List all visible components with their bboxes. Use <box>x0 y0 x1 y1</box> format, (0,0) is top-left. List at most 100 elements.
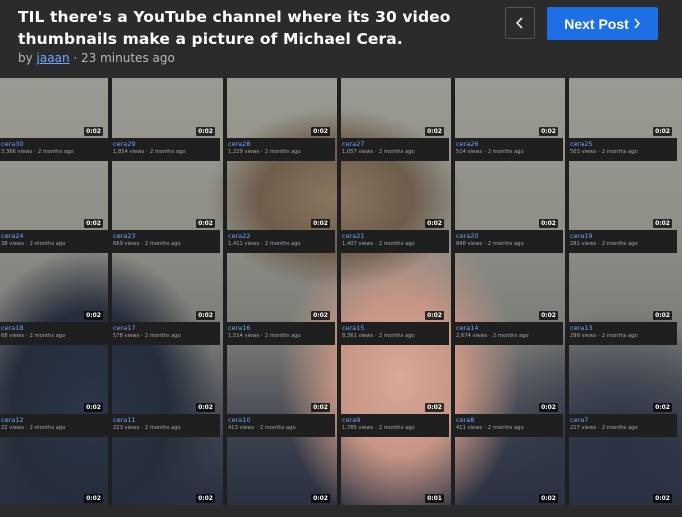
video-meta: cera28 1,229 views · 2 months ago <box>227 138 335 161</box>
author-link[interactable]: jaaan <box>37 51 70 65</box>
video-title-link[interactable]: cera15 <box>342 324 365 332</box>
video-meta: cera11 223 views · 2 months ago <box>112 414 220 437</box>
video-duration: 0:02 <box>311 403 330 412</box>
video-age: 2 months ago <box>487 149 524 155</box>
video-title-link[interactable]: cera18 <box>1 324 24 332</box>
video-views: 1,229 views <box>228 149 260 155</box>
video-age: 2 months ago <box>144 333 181 339</box>
video-thumbnail[interactable]: 0:02 cera12 22 views · 2 months ago <box>0 354 108 437</box>
video-age: 2 months ago <box>144 425 181 431</box>
next-post-button[interactable]: Next Post <box>547 7 658 40</box>
video-title-link[interactable]: cera29 <box>113 140 136 148</box>
video-title-link[interactable]: cera10 <box>228 416 251 424</box>
video-age: 2 months ago <box>378 241 415 247</box>
video-thumbnail[interactable]: 0:02 cera22 1,411 views · 2 months ago <box>227 170 335 253</box>
video-views: 3,366 views <box>1 149 33 155</box>
video-meta: cera15 8,361 views · 2 months ago <box>341 322 449 345</box>
video-meta: cera9 1,785 views · 2 months ago <box>341 414 449 437</box>
video-thumbnail[interactable]: 0:02 cera16 1,514 views · 2 months ago <box>227 262 335 345</box>
video-thumbnail[interactable]: 0:02 cera20 848 views · 2 months ago <box>455 170 563 253</box>
video-thumbnail[interactable]: 0:02 cera8 411 views · 2 months ago <box>455 354 563 437</box>
stats-separator: · <box>489 333 491 339</box>
video-title-link[interactable]: cera22 <box>228 232 251 240</box>
video-title-link[interactable]: cera7 <box>570 416 588 424</box>
video-title-link[interactable]: cera23 <box>113 232 136 240</box>
previous-post-button[interactable] <box>505 7 535 39</box>
video-thumbnail[interactable]: 0:02 cera11 223 views · 2 months ago <box>112 354 220 437</box>
video-title-link[interactable]: cera17 <box>113 324 136 332</box>
video-thumbnail[interactable]: 0:02 <box>112 446 220 505</box>
stats-separator: · <box>141 241 143 247</box>
video-thumbnail[interactable]: 0:02 cera25 503 views · 2 months ago <box>569 78 677 161</box>
video-views: 669 views <box>113 241 140 247</box>
video-title-link[interactable]: cera25 <box>570 140 593 148</box>
video-thumbnail[interactable]: 0:02 cera17 578 views · 2 months ago <box>112 262 220 345</box>
video-age: 2 months ago <box>264 333 301 339</box>
video-title-link[interactable]: cera16 <box>228 324 251 332</box>
video-title-link[interactable]: cera26 <box>456 140 479 148</box>
video-views: 281 views <box>570 241 597 247</box>
video-thumbnail[interactable]: 0:02 cera13 299 views · 2 months ago <box>569 262 677 345</box>
video-thumbnail[interactable]: 0:02 cera14 2,674 views · 2 months ago <box>455 262 563 345</box>
video-thumbnail[interactable]: 0:02 cera9 1,785 views · 2 months ago <box>341 354 449 437</box>
video-thumbnail[interactable]: 0:02 <box>0 446 108 505</box>
video-title-link[interactable]: cera19 <box>570 232 593 240</box>
video-thumbnail[interactable]: 0:02 cera27 1,057 views · 2 months ago <box>341 78 449 161</box>
video-thumbnail[interactable]: 0:02 cera30 3,366 views · 2 months ago <box>0 78 108 161</box>
video-views: 38 views <box>1 241 24 247</box>
video-age: 2 months ago <box>601 241 638 247</box>
video-title-link[interactable]: cera11 <box>113 416 136 424</box>
stats-separator: · <box>34 149 36 155</box>
video-thumbnail[interactable]: 0:02 cera28 1,229 views · 2 months ago <box>227 78 335 161</box>
byline-separator: · <box>73 51 78 65</box>
stats-separator: · <box>484 241 486 247</box>
video-title-link[interactable]: cera21 <box>342 232 365 240</box>
stats-separator: · <box>484 425 486 431</box>
stats-separator: · <box>375 241 377 247</box>
column-gutter <box>108 78 112 505</box>
video-views: 68 views <box>1 333 24 339</box>
video-title-link[interactable]: cera8 <box>456 416 474 424</box>
video-thumbnail[interactable]: 0:02 <box>569 446 677 505</box>
video-title-link[interactable]: cera20 <box>456 232 479 240</box>
video-thumbnail[interactable]: 0:02 <box>455 446 563 505</box>
video-title-link[interactable]: cera24 <box>1 232 24 240</box>
video-title-link[interactable]: cera12 <box>1 416 24 424</box>
stats-separator: · <box>484 149 486 155</box>
video-meta: cera27 1,057 views · 2 months ago <box>341 138 449 161</box>
video-title-link[interactable]: cera14 <box>456 324 479 332</box>
video-views: 8,361 views <box>342 333 374 339</box>
video-thumbnail[interactable]: 0:02 cera19 281 views · 2 months ago <box>569 170 677 253</box>
video-views: 503 views <box>570 149 597 155</box>
video-meta: cera16 1,514 views · 2 months ago <box>227 322 335 345</box>
video-thumbnail[interactable]: 0:02 cera26 514 views · 2 months ago <box>455 78 563 161</box>
video-thumbnail[interactable]: 0:02 cera24 38 views · 2 months ago <box>0 170 108 253</box>
stats-separator: · <box>141 333 143 339</box>
video-meta: cera25 503 views · 2 months ago <box>569 138 677 161</box>
video-thumbnail[interactable]: 0:02 cera15 8,361 views · 2 months ago <box>341 262 449 345</box>
video-thumbnail[interactable]: 0:02 cera10 413 views · 2 months ago <box>227 354 335 437</box>
video-thumbnail[interactable]: 0:02 cera7 217 views · 2 months ago <box>569 354 677 437</box>
video-thumbnail[interactable]: 0:01 <box>341 446 449 505</box>
video-meta: cera23 669 views · 2 months ago <box>112 230 220 253</box>
video-duration: 0:02 <box>539 494 558 503</box>
video-title-link[interactable]: cera28 <box>228 140 251 148</box>
video-duration: 0:02 <box>84 219 103 228</box>
video-views: 1,407 views <box>342 241 374 247</box>
video-thumbnail[interactable]: 0:02 cera29 1,854 views · 2 months ago <box>112 78 220 161</box>
video-title-link[interactable]: cera9 <box>342 416 360 424</box>
video-thumbnail[interactable]: 0:02 <box>227 446 335 505</box>
chevron-left-icon <box>515 14 525 33</box>
video-title-link[interactable]: cera13 <box>570 324 593 332</box>
post-image[interactable]: 0:02 cera30 3,366 views · 2 months ago 0:02 ce… <box>0 78 682 505</box>
video-thumbnail[interactable]: 0:02 cera18 68 views · 2 months ago <box>0 262 108 345</box>
stats-separator: · <box>261 149 263 155</box>
video-stats: 3,366 views · 2 months ago <box>1 149 74 155</box>
post-header: TIL there's a YouTube channel where its … <box>0 0 682 78</box>
video-stats: 1,411 views · 2 months ago <box>228 241 301 247</box>
video-stats: 299 views · 2 months ago <box>570 333 638 339</box>
video-title-link[interactable]: cera27 <box>342 140 365 148</box>
video-title-link[interactable]: cera30 <box>1 140 24 148</box>
video-thumbnail[interactable]: 0:02 cera21 1,407 views · 2 months ago <box>341 170 449 253</box>
video-thumbnail[interactable]: 0:02 cera23 669 views · 2 months ago <box>112 170 220 253</box>
